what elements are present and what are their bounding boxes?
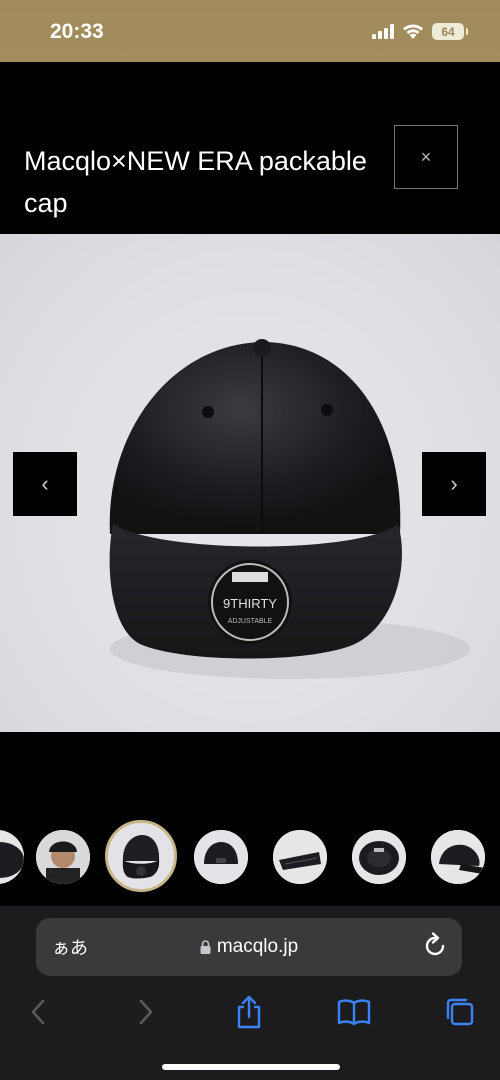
thumb-cap-inside[interactable] <box>352 830 406 884</box>
address-bar[interactable]: ぁあ macqlo.jp <box>36 918 462 976</box>
battery-icon: 64 <box>432 23 468 40</box>
modal-header: Macqlo×NEW ERA packable cap × <box>0 62 500 234</box>
home-indicator <box>162 1064 340 1070</box>
status-icons: 64 <box>372 23 468 40</box>
back-icon <box>31 999 45 1025</box>
wifi-icon <box>403 24 423 39</box>
browser-toolbar <box>0 986 500 1038</box>
gallery-prev-button[interactable]: ‹ <box>13 452 77 516</box>
bookmarks-icon <box>337 999 371 1026</box>
cap-sub-label: ADJUSTABLE <box>228 618 273 625</box>
url-text: macqlo.jp <box>216 936 299 957</box>
signal-icon <box>372 24 394 39</box>
status-bar: 20:33 64 <box>0 0 500 62</box>
close-button[interactable]: × <box>394 125 458 189</box>
back-button[interactable] <box>18 992 58 1032</box>
thumb-cap-side[interactable] <box>431 830 485 884</box>
browser-bottom-bar: ぁあ macqlo.jp <box>0 906 500 1080</box>
gallery-next-button[interactable]: › <box>422 452 486 516</box>
chevron-left-icon: ‹ <box>41 471 49 496</box>
thumb-cap-front[interactable] <box>105 820 177 892</box>
bookmarks-button[interactable] <box>334 992 374 1032</box>
cap-brand-label: 9THIRTY <box>223 596 277 611</box>
share-button[interactable] <box>229 992 269 1032</box>
forward-button[interactable] <box>126 992 166 1032</box>
thumbnail-strip <box>0 810 500 906</box>
thumb-cap-folded[interactable] <box>273 830 327 884</box>
tabs-icon <box>446 998 474 1026</box>
chevron-right-icon: › <box>450 471 458 496</box>
url-display: macqlo.jp <box>36 936 462 958</box>
thumb-cap-back[interactable] <box>194 830 248 884</box>
lock-icon <box>200 940 211 954</box>
status-time: 20:33 <box>50 20 104 43</box>
close-icon: × <box>420 146 432 167</box>
thumb-model-wearing-cap[interactable] <box>36 830 90 884</box>
reload-icon[interactable] <box>422 932 448 960</box>
share-icon <box>237 995 261 1029</box>
modal-title: Macqlo×NEW ERA packable cap <box>24 146 367 218</box>
forward-icon <box>139 999 153 1025</box>
tabs-button[interactable] <box>440 992 480 1032</box>
thumb-cap-side-partial[interactable] <box>0 830 24 884</box>
